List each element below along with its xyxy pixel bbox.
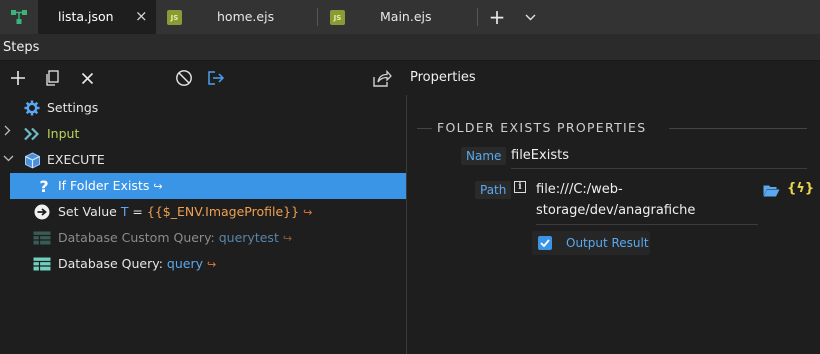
output-result-option[interactable]: Output Result [532,231,650,255]
ejs-file-icon: JS [167,10,182,25]
tree-item-label: Set Value [58,204,121,219]
tab-main-ejs[interactable]: JS Main.ejs [318,0,473,34]
close-icon[interactable]: × [135,7,148,25]
tab-label: lista.json [58,9,114,24]
tree-item-label: Settings [47,100,99,115]
info-icon[interactable]: i [514,181,526,193]
copy-icon[interactable] [42,68,62,88]
name-field[interactable]: fileExists [511,148,569,163]
exit-step-icon[interactable] [207,68,227,88]
table-icon [33,255,51,273]
tree-item-set-value[interactable]: Set Value T = {{$_ENV.ImageProfile}} ↪ [0,199,406,225]
add-tab-button[interactable]: + [486,0,508,34]
tree-item-execute[interactable]: EXECUTE [0,147,406,173]
tree-item-input[interactable]: Input [0,121,406,147]
expression: {{$_ENV.ImageProfile}} [146,204,300,219]
arrow-circle-icon [33,203,51,221]
tab-lista-json[interactable]: lista.json × [38,0,156,34]
input-chevrons-icon [23,125,41,143]
name-field-underline [511,168,807,169]
tab-divider [477,8,478,26]
tree-item-label: Database Query: [58,256,167,271]
steps-panel-header: Steps [0,34,820,61]
path-value-line: storage/dev/anagrafiche [536,203,696,218]
panel-title: Steps [3,40,40,55]
delete-icon[interactable] [77,68,97,88]
query-name: querytest [218,230,279,245]
table-icon [33,229,51,247]
tab-label: home.ejs [217,9,275,24]
tree-item-db-custom-query[interactable]: Database Custom Query: querytest ↪ [0,225,406,251]
tab-home-ejs[interactable]: JS home.ejs [160,0,310,34]
path-value-line: file:///C:/web- [536,182,623,197]
tree-item-settings[interactable]: Settings [0,95,406,121]
exit-icon: ↪ [282,232,293,245]
tree-item-label: Input [47,126,80,141]
divider [417,128,432,129]
gear-icon [23,99,41,117]
path-field[interactable]: file:///C:/web- storage/dev/anagrafiche [536,179,695,221]
section-title: FOLDER EXISTS PROPERTIES [437,120,647,135]
output-result-checkbox[interactable] [538,236,552,250]
exit-icon: ↪ [206,258,217,271]
path-field-underline [536,224,758,225]
equals-sign: = [128,204,147,219]
chevron-right-icon[interactable] [4,125,11,139]
properties-panel: FOLDER EXISTS PROPERTIES Name fileExists… [407,95,820,354]
folder-open-icon[interactable] [763,184,780,200]
name-label: Name [461,147,507,165]
tree-item-label: If Folder Exists [58,178,150,193]
workflow-icon[interactable] [0,0,38,34]
exit-icon: ↪ [303,206,313,219]
tree-item-label: EXECUTE [47,152,105,167]
steps-toolbar: Properties [0,61,820,95]
share-icon[interactable] [372,68,392,88]
properties-title: Properties [410,70,476,85]
dynamic-data-icon[interactable]: {ϟ} [787,181,814,196]
add-step-button[interactable] [8,68,28,88]
chevron-down-icon[interactable] [520,0,540,34]
tree-item-db-query[interactable]: Database Query: query ↪ [0,251,406,277]
exit-icon: ↪ [153,180,163,193]
tree-item-if-folder-exists[interactable]: ? If Folder Exists ↪ [10,173,406,199]
chevron-down-icon[interactable] [3,151,14,165]
output-result-label: Output Result [566,236,649,250]
divider [669,128,807,129]
tab-label: Main.ejs [380,9,432,24]
query-name: query [166,256,203,271]
ejs-file-icon: JS [330,10,345,25]
steps-tree: Settings Input EXECUTE ? If Folder Exist… [0,95,406,354]
path-label: Path [475,181,512,199]
cube-icon [23,151,41,169]
disable-step-icon[interactable] [174,68,194,88]
tab-bar: lista.json × JS home.ejs JS Main.ejs + [0,0,820,34]
question-icon: ? [39,176,49,196]
tree-item-label: Database Custom Query: [58,230,219,245]
